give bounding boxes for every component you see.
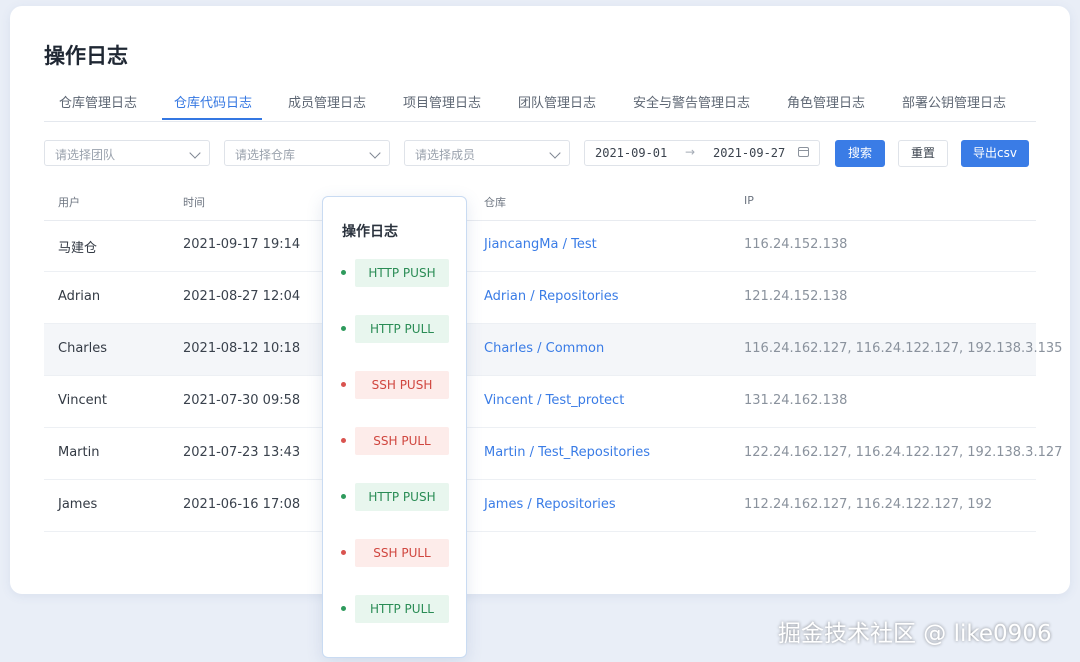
- reset-button[interactable]: 重置: [898, 140, 948, 167]
- cell-ip: 112.24.162.127, 116.24.122.127, 192: [744, 497, 993, 512]
- member-select-placeholder: 请选择成员: [415, 148, 476, 162]
- cell-time: 2021-06-16 17:08: [183, 497, 301, 512]
- header-repo: 仓库: [484, 196, 506, 209]
- chevron-down-icon: [549, 147, 561, 159]
- tab-bar: 仓库管理日志 仓库代码日志 成员管理日志 项目管理日志 团队管理日志 安全与警告…: [44, 84, 1036, 122]
- status-dot: [341, 270, 346, 275]
- status-dot: [341, 606, 346, 611]
- cell-user: Charles: [58, 341, 108, 356]
- team-select-placeholder: 请选择团队: [55, 148, 116, 162]
- cell-repo-link[interactable]: James / Repositories: [484, 497, 616, 512]
- cell-user: Adrian: [58, 289, 101, 304]
- active-tab-indicator: [162, 118, 262, 120]
- status-dot: [341, 438, 346, 443]
- cell-user: 马建仓: [58, 241, 98, 256]
- op-tag: HTTP PULL: [355, 315, 449, 343]
- table-header: 用户 时间 仓库 IP: [44, 182, 1036, 221]
- table-row-hovered[interactable]: Charles 2021-08-12 10:18 Charles / Commo…: [44, 324, 1062, 376]
- cell-time: 2021-07-30 09:58: [183, 393, 301, 408]
- header-time: 时间: [183, 196, 205, 209]
- cell-repo-link[interactable]: Martin / Test_Repositories: [484, 445, 650, 460]
- op-tag: SSH PULL: [355, 539, 449, 567]
- repo-select[interactable]: 请选择仓库: [224, 140, 390, 166]
- op-tag: HTTP PUSH: [355, 483, 449, 511]
- cell-user: James: [58, 497, 98, 512]
- table-row[interactable]: 马建仓 2021-09-17 19:14 JiancangMa / Test 1…: [44, 220, 1036, 272]
- cell-ip: 116.24.152.138: [744, 237, 848, 252]
- search-button[interactable]: 搜索: [835, 140, 885, 167]
- date-start[interactable]: 2021-09-01: [595, 146, 667, 160]
- date-range-picker[interactable]: 2021-09-01 → 2021-09-27: [584, 140, 820, 166]
- table-row[interactable]: Adrian 2021-08-27 12:04 Adrian / Reposit…: [44, 272, 1036, 324]
- export-csv-button[interactable]: 导出csv: [961, 140, 1029, 167]
- cell-repo-link[interactable]: JiancangMa / Test: [484, 237, 597, 252]
- watermark: 掘金技术社区 @ like0906: [778, 621, 1052, 647]
- table-row[interactable]: Vincent 2021-07-30 09:58 Vincent / Test_…: [44, 376, 1036, 428]
- cell-ip: 121.24.152.138: [744, 289, 848, 304]
- team-select[interactable]: 请选择团队: [44, 140, 210, 166]
- chevron-down-icon: [189, 147, 201, 159]
- op-tag: HTTP PUSH: [355, 259, 449, 287]
- header-ip: IP: [744, 194, 754, 207]
- page-title: 操作日志: [44, 44, 128, 68]
- cell-repo-link[interactable]: Vincent / Test_protect: [484, 393, 624, 408]
- tab-security-alert-log[interactable]: 安全与警告管理日志: [633, 92, 750, 111]
- tab-team-management-log[interactable]: 团队管理日志: [518, 92, 596, 111]
- cell-time: 2021-09-17 19:14: [183, 237, 301, 252]
- cell-ip: 116.24.162.127, 116.24.122.127, 192.138.…: [744, 341, 1063, 356]
- date-end[interactable]: 2021-09-27: [713, 146, 785, 160]
- tab-repo-management-log[interactable]: 仓库管理日志: [59, 92, 137, 111]
- operation-log-popover: 操作日志 HTTP PUSH HTTP PULL SSH PUSH SSH PU…: [322, 196, 467, 658]
- op-tag: SSH PUSH: [355, 371, 449, 399]
- arrow-right-icon: →: [685, 145, 696, 159]
- tab-role-management-log[interactable]: 角色管理日志: [787, 92, 865, 111]
- cell-time: 2021-08-12 10:18: [183, 341, 301, 356]
- table-row[interactable]: Martin 2021-07-23 13:43 Martin / Test_Re…: [44, 428, 1062, 480]
- repo-select-placeholder: 请选择仓库: [235, 148, 296, 162]
- status-dot: [341, 494, 346, 499]
- cell-time: 2021-07-23 13:43: [183, 445, 301, 460]
- cell-user: Martin: [58, 445, 100, 460]
- member-select[interactable]: 请选择成员: [404, 140, 570, 166]
- tab-deploy-key-log[interactable]: 部署公钥管理日志: [902, 92, 1006, 111]
- tab-project-management-log[interactable]: 项目管理日志: [403, 92, 481, 111]
- cell-time: 2021-08-27 12:04: [183, 289, 301, 304]
- header-user: 用户: [58, 196, 80, 209]
- status-dot: [341, 382, 346, 387]
- op-tag: HTTP PULL: [355, 595, 449, 623]
- table-row[interactable]: James 2021-06-16 17:08 James / Repositor…: [44, 480, 1036, 532]
- tab-member-management-log[interactable]: 成员管理日志: [288, 92, 366, 111]
- op-tag: SSH PULL: [355, 427, 449, 455]
- status-dot: [341, 326, 346, 331]
- tab-repo-code-log[interactable]: 仓库代码日志: [174, 92, 252, 111]
- cell-ip: 122.24.162.127, 116.24.122.127, 192.138.…: [744, 445, 1063, 460]
- cell-user: Vincent: [58, 393, 107, 408]
- popover-title: 操作日志: [342, 224, 398, 240]
- cell-repo-link[interactable]: Charles / Common: [484, 341, 604, 356]
- cell-ip: 131.24.162.138: [744, 393, 848, 408]
- calendar-icon[interactable]: [798, 147, 809, 157]
- cell-repo-link[interactable]: Adrian / Repositories: [484, 289, 619, 304]
- status-dot: [341, 550, 346, 555]
- chevron-down-icon: [369, 147, 381, 159]
